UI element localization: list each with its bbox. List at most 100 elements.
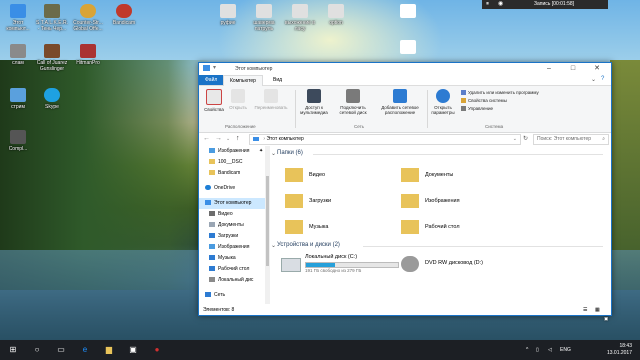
uninstall-program-button[interactable]: Удалить или изменить программу — [461, 89, 539, 96]
desktop-icon-shaverma[interactable]: шаверма патруль — [248, 4, 280, 32]
volume-icon[interactable]: ◁ — [548, 340, 552, 360]
desktop-icon-skype[interactable]: Skype — [36, 88, 68, 110]
up-arrow-icon[interactable]: ↑ — [236, 134, 240, 144]
edge-icon[interactable]: e — [74, 340, 96, 360]
drive-d[interactable]: DVD RW дисковод (D:) — [401, 254, 521, 280]
search-input[interactable]: Поиск: Этот компьютер ⌕ — [533, 134, 609, 145]
folder-downloads[interactable]: Загрузки — [285, 192, 395, 212]
title-bar[interactable]: ▾ Этот компьютер – □ ✕ — [199, 63, 611, 75]
store-icon[interactable]: ▣ — [122, 340, 144, 360]
search-icon[interactable]: ○ — [26, 340, 48, 360]
help-icon[interactable]: ? — [601, 76, 604, 82]
pause-icon[interactable]: ⏸ — [486, 0, 489, 9]
desktop-icon-comp2[interactable]: Compl... — [2, 130, 34, 152]
desktop-icon-bandicam[interactable]: Bandicam — [108, 4, 140, 26]
forward-arrow-icon[interactable]: → — [215, 134, 222, 144]
rename-button[interactable]: Переименовать — [251, 89, 291, 110]
address-bar[interactable]: › Этот компьютер ⌄ — [249, 134, 521, 145]
tab-computer[interactable]: Компьютер — [223, 75, 263, 86]
desktop-icon-this-pc[interactable]: Этот компьют... — [2, 4, 34, 32]
nav-item-this-pc[interactable]: Этот компьютер — [199, 198, 265, 209]
recent-locations-icon[interactable]: ⌄ — [226, 134, 230, 144]
network-tray-icon[interactable]: ▯ — [536, 340, 539, 360]
folder-documents[interactable]: Документы — [401, 166, 511, 186]
nav-item-100dsc[interactable]: 100__DSC — [199, 157, 275, 168]
task-view-icon[interactable]: ▭ — [50, 340, 72, 360]
address-dropdown-icon[interactable]: ⌄ — [513, 135, 517, 144]
nav-item-bandicam[interactable]: Bandicam — [199, 168, 275, 179]
add-network-location-button[interactable]: Добавить сетевое расположение — [377, 89, 423, 115]
tray-chevron-icon[interactable]: ^ — [526, 340, 528, 360]
desktop-icon-slam[interactable]: слам — [2, 44, 34, 66]
folders-header[interactable]: Папки (6) — [277, 150, 303, 156]
desktop-icon-stalker[interactable]: S.T.A.L.K.E.R. - Тень Чер... — [36, 4, 68, 32]
folder-desktop[interactable]: Рабочий стол — [401, 218, 511, 238]
nav-item-onedrive[interactable]: OneDrive — [199, 183, 271, 194]
manage-button[interactable]: Управление — [461, 105, 493, 112]
desktop-icon-csgo[interactable]: Counter-Str... Global Offe... — [72, 4, 104, 32]
open-settings-button[interactable]: Открыть параметры — [429, 89, 457, 115]
camera-icon[interactable]: ◉ — [498, 0, 503, 9]
desktop-icon-call-of-juarez[interactable]: Call of Juarez Gunslinger — [36, 44, 68, 72]
manage-label: Управление — [468, 106, 494, 111]
nav-item-local-disk[interactable]: Локальный дис — [199, 275, 275, 286]
close-button[interactable]: ✕ — [585, 64, 609, 74]
scrollbar-thumb[interactable] — [266, 176, 269, 266]
nav-item-desktop[interactable]: Рабочий стол — [199, 264, 275, 275]
tab-file[interactable]: Файл — [199, 75, 224, 85]
breadcrumb-chevron-icon[interactable]: › — [263, 136, 265, 142]
desktop-icon-rufus[interactable]: руфие — [212, 4, 244, 26]
folder-pictures[interactable]: Изображения — [401, 192, 511, 212]
clock[interactable]: 18:43 13.01.2017 — [607, 343, 632, 357]
desktop-icon-doc2[interactable] — [392, 40, 424, 56]
bandicam-taskbar-icon[interactable]: ● — [146, 340, 168, 360]
properties-icon — [206, 89, 222, 105]
drive-name: DVD RW дисковод (D:) — [425, 260, 483, 266]
explorer-icon[interactable]: ▆ — [98, 340, 120, 360]
desktop-icon-doc1[interactable] — [392, 4, 424, 20]
drives-header[interactable]: Устройства и диски (2) — [277, 242, 340, 248]
music-icon — [209, 255, 215, 261]
nav-item-pictures[interactable]: Изображения — [199, 242, 275, 253]
tab-view[interactable]: Вид — [267, 75, 288, 85]
minimize-button[interactable]: – — [537, 64, 561, 74]
video-folder-icon — [285, 168, 303, 182]
windows-start-icon[interactable]: ⊞ — [2, 340, 24, 360]
nav-item-downloads[interactable]: Загрузки — [199, 231, 275, 242]
collapse-chevron-icon[interactable]: ⌄ — [271, 150, 276, 157]
properties-button[interactable]: Свойства — [203, 89, 225, 112]
nav-item-documents[interactable]: Документы — [199, 220, 275, 231]
hitmanpro-icon — [80, 44, 96, 58]
refresh-icon[interactable]: ↻ — [523, 134, 528, 144]
chevron-down-icon[interactable]: ⌄ — [591, 76, 596, 83]
file-icon — [328, 4, 344, 18]
desktop-icon-option[interactable]: option — [320, 4, 352, 26]
quick-access-toolbar-icon[interactable]: ▾ — [213, 64, 216, 71]
nav-item-video[interactable]: Видео — [199, 209, 275, 220]
nav-item-music[interactable]: Музыка — [199, 253, 275, 264]
explorer-window: ▾ Этот компьютер – □ ✕ Файл Компьютер Ви… — [198, 62, 612, 316]
folder-music[interactable]: Музыка — [285, 218, 395, 238]
folder-video[interactable]: Видео — [285, 166, 395, 186]
details-view-icon[interactable]: ☰ — [583, 305, 587, 315]
drive-c[interactable]: Локальный диск (C:) 191 ГБ свободно из 2… — [281, 254, 401, 280]
language-indicator[interactable]: ENG — [560, 340, 571, 360]
map-network-drive-button[interactable]: Подключить сетевой диск — [333, 89, 373, 115]
desktop-icon-hitmanpro[interactable]: HitmanPro — [72, 44, 104, 66]
tiles-view-icon[interactable]: ▦ — [595, 305, 600, 315]
desktop-icon-recycle[interactable]: стрим — [2, 88, 34, 110]
open-button[interactable]: Открыть — [227, 89, 249, 110]
nav-item-network[interactable]: Сеть — [199, 290, 271, 301]
collapse-chevron-icon[interactable]: ⌄ — [271, 242, 276, 249]
system-properties-button[interactable]: Свойства системы — [461, 97, 507, 104]
desktop-icon-vykhod[interactable]: выхожение в ласу — [284, 4, 316, 32]
nav-item-pictures-pinned[interactable]: Изображения ✦ — [199, 146, 275, 157]
computer-icon — [205, 200, 211, 206]
nav-scrollbar[interactable] — [265, 146, 270, 304]
item-count: Элементов: 8 — [203, 307, 235, 313]
desktop-folder-icon — [401, 220, 419, 234]
maximize-button[interactable]: □ — [561, 64, 585, 74]
media-access-button[interactable]: Доступ к мультимедиа — [299, 89, 329, 115]
breadcrumb[interactable]: Этот компьютер — [266, 136, 303, 142]
back-arrow-icon[interactable]: ← — [203, 134, 210, 144]
